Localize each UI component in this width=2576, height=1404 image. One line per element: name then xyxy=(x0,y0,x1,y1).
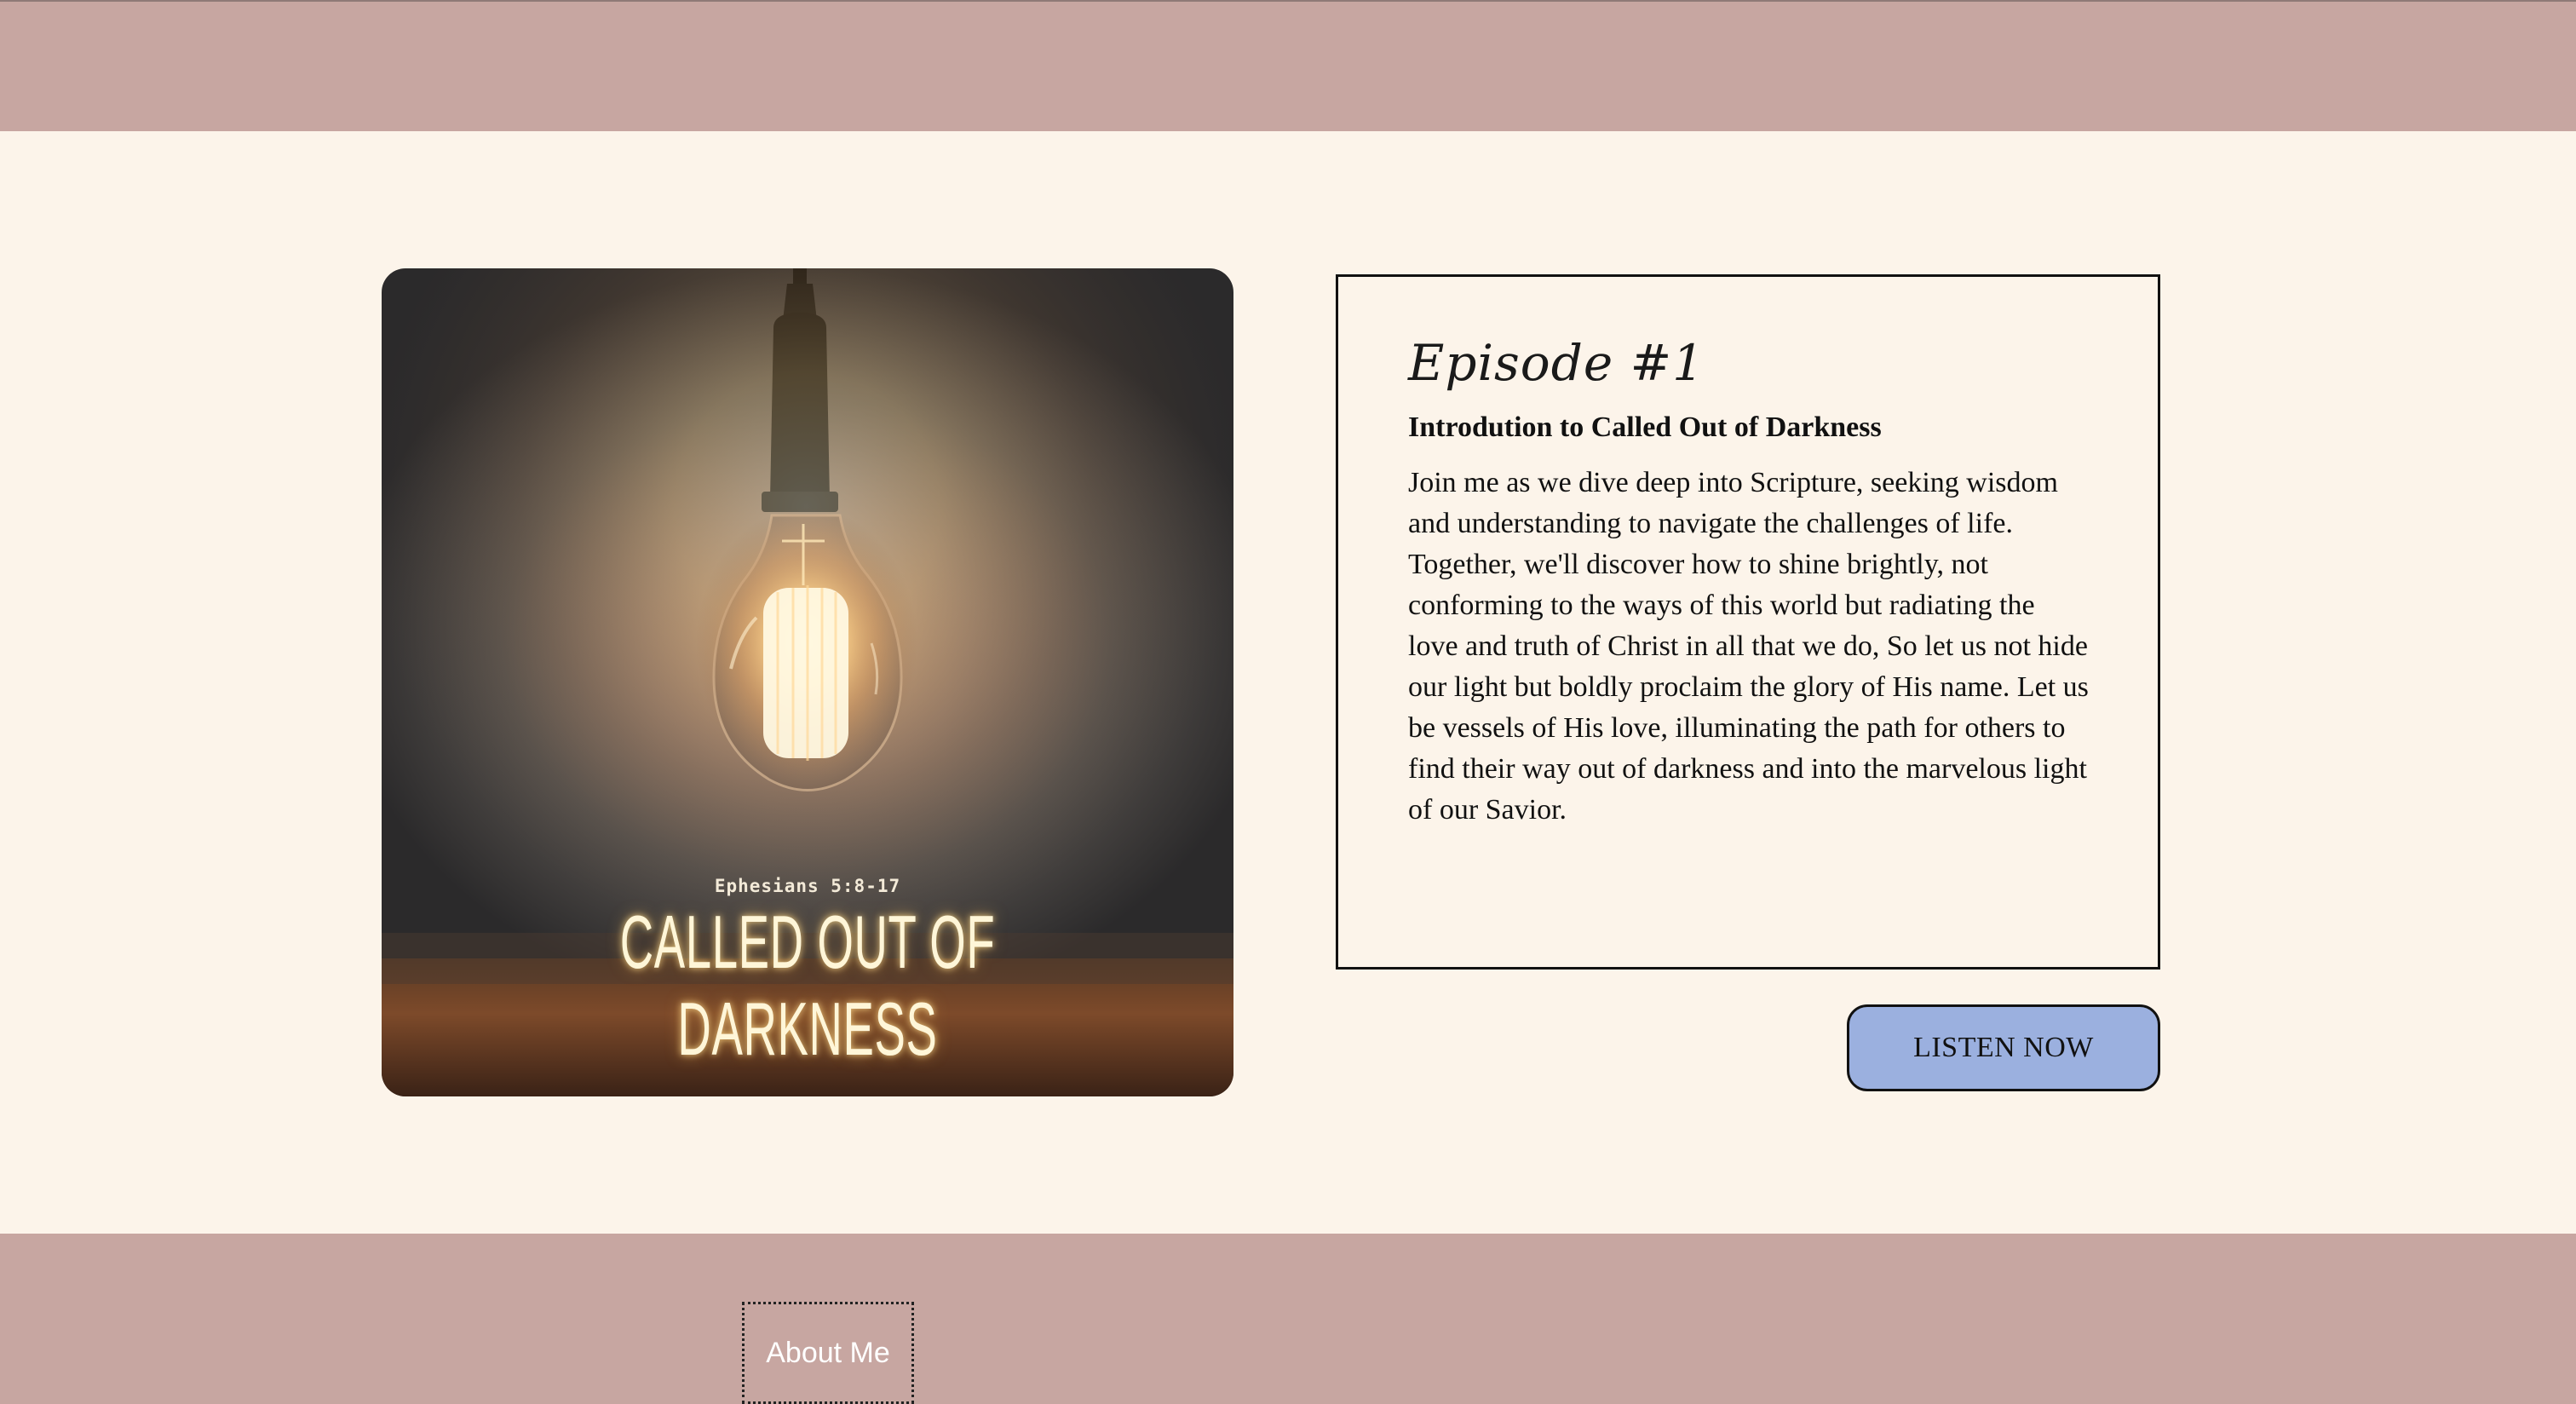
episode-cover-image: Ephesians 5:8-17 CALLED OUT OF DARKNESS xyxy=(382,268,1233,1096)
listen-now-button[interactable]: LISTEN NOW xyxy=(1847,1004,2160,1091)
episode-title: Introdution to Called Out of Darkness xyxy=(1408,411,1882,443)
about-me-link[interactable]: About Me xyxy=(742,1302,914,1404)
episode-info-card: Episode #1 Introdution to Called Out of … xyxy=(1336,274,2160,970)
header-band xyxy=(0,0,2576,131)
episode-number: Episode #1 xyxy=(1408,334,1705,392)
footer-band xyxy=(0,1234,2576,1404)
episode-description: Join me as we dive deep into Scripture, … xyxy=(1408,466,2089,826)
cover-title: CALLED OUT OF DARKNESS xyxy=(619,900,996,1071)
cover-verse-reference: Ephesians 5:8-17 xyxy=(714,876,901,896)
